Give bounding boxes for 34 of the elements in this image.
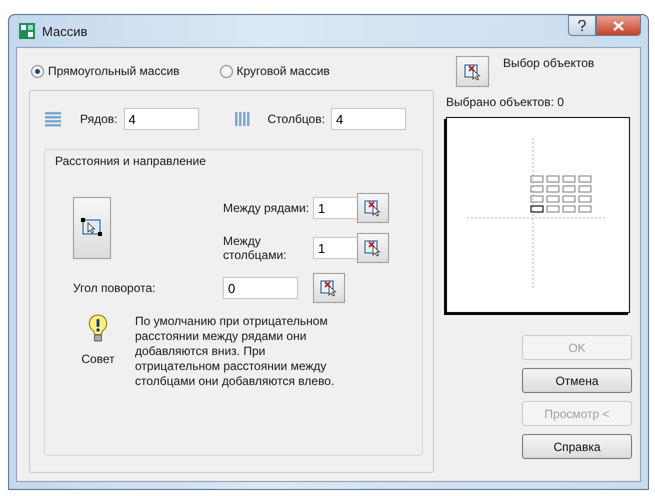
select-objects-label: Выбор объектов xyxy=(503,56,594,70)
close-button[interactable] xyxy=(596,15,641,36)
rows-icon xyxy=(44,111,62,127)
selected-count: Выбрано объектов: 0 xyxy=(446,95,565,109)
count-label: Рядов: xyxy=(80,112,118,126)
tip-label: Совет xyxy=(81,352,115,366)
count-label: Столбцов: xyxy=(268,112,325,126)
lightbulb-icon xyxy=(88,314,108,344)
help-button[interactable] xyxy=(568,15,596,36)
pick-cursor-icon xyxy=(464,62,482,80)
radio-label[interactable]: Прямоугольный массив xyxy=(48,64,180,78)
radio-button[interactable] xyxy=(31,64,44,78)
pick-button[interactable] xyxy=(313,273,345,303)
field-label: Угол поворота: xyxy=(73,281,156,295)
count-field[interactable]: 4 xyxy=(330,108,406,130)
rectangle-pick-icon xyxy=(80,217,104,239)
app-icon xyxy=(19,23,35,39)
window-title: Массив xyxy=(42,24,88,38)
dialog-button[interactable]: Отмена xyxy=(522,368,632,393)
help-icon xyxy=(578,20,586,32)
radio-label[interactable]: Круговой массив xyxy=(236,64,330,78)
field-label: Между столбцами: xyxy=(223,234,288,262)
radio-button[interactable] xyxy=(220,64,233,78)
close-icon xyxy=(613,20,624,30)
group-title: Расстояния и направление xyxy=(55,154,207,170)
pick-both-button[interactable] xyxy=(73,197,111,259)
angle-field[interactable]: 0 xyxy=(223,277,298,299)
pick-cursor-icon xyxy=(320,279,338,297)
select-objects-button[interactable] xyxy=(456,56,489,87)
tip-text: По умолчанию при отрицательном расстоянии между рядами они добавляются вниз. При отрицательном расстоянии между столбцами они добавляются влево. xyxy=(135,314,336,389)
count-field[interactable]: 4 xyxy=(124,108,198,130)
field-label: Между рядами: xyxy=(223,201,310,215)
dialog-button[interactable]: Справка xyxy=(522,434,632,459)
columns-icon xyxy=(234,111,250,127)
